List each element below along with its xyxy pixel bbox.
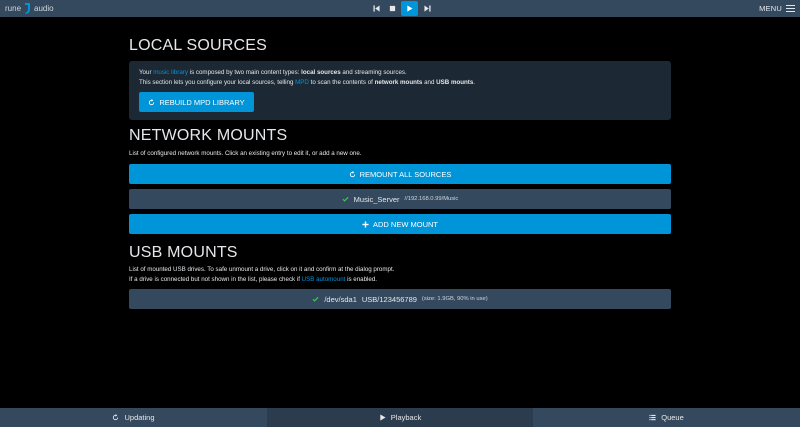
check-icon xyxy=(312,296,319,302)
local-sources-title: LOCAL SOURCES xyxy=(129,37,268,54)
stop-icon xyxy=(389,5,395,12)
local-sources-line1: Your music library is composed by two ma… xyxy=(139,69,407,76)
tab-updating[interactable]: Updating xyxy=(0,408,267,427)
refresh-icon xyxy=(149,98,155,105)
logo-text-right: audio xyxy=(34,3,54,13)
play-button[interactable] xyxy=(401,1,418,16)
refresh-icon xyxy=(349,170,355,177)
remount-label: REMOUNT ALL SOURCES xyxy=(359,169,452,179)
hamburger-icon xyxy=(786,5,795,12)
check-icon xyxy=(342,196,349,202)
next-button[interactable] xyxy=(419,0,435,17)
usb-automount-link[interactable]: USB automount xyxy=(302,276,346,283)
usb-info: (size: 1.9GB, 90% in use) xyxy=(421,296,488,302)
local-sources-line2: This section lets you configure your loc… xyxy=(139,79,476,86)
network-mount-entry[interactable]: Music_Server //192.168.0.99/Music xyxy=(129,189,671,209)
usb-device: /dev/sda1 xyxy=(324,294,357,304)
usb-label: USB/123456789 xyxy=(361,294,417,304)
network-mounts-description: List of configured network mounts. Click… xyxy=(129,150,362,157)
tab-playback-label: Playback xyxy=(390,413,422,422)
play-icon xyxy=(380,414,386,421)
skip-next-icon xyxy=(423,5,431,12)
usb-mount-entry[interactable]: /dev/sda1 USB/123456789 (size: 1.9GB, 90… xyxy=(129,289,671,309)
tab-updating-label: Updating xyxy=(124,413,155,422)
plus-icon xyxy=(362,220,369,228)
usb-mounts-line1: List of mounted USB drives. To safe unmo… xyxy=(129,266,395,273)
add-mount-label: ADD NEW MOUNT xyxy=(373,219,438,229)
remount-all-sources-button[interactable]: REMOUNT ALL SOURCES xyxy=(129,164,671,184)
usb-mounts-line2: If a drive is connected but not shown in… xyxy=(129,276,378,283)
menu-label: MENU xyxy=(759,4,782,13)
usb-mounts-title: USB MOUNTS xyxy=(129,244,238,261)
skip-previous-icon xyxy=(372,5,380,12)
tab-queue[interactable]: Queue xyxy=(533,408,800,427)
mount-name: Music_Server xyxy=(353,194,400,204)
bottom-bar: Updating Playback Queue xyxy=(0,408,800,427)
list-icon xyxy=(649,414,656,421)
rebuild-mpd-library-button[interactable]: REBUILD MPD LIBRARY xyxy=(139,92,254,112)
mpd-link[interactable]: MPD xyxy=(295,79,309,86)
logo-text-left: rune xyxy=(5,3,22,13)
network-mounts-title: NETWORK MOUNTS xyxy=(129,127,288,144)
add-new-mount-button[interactable]: ADD NEW MOUNT xyxy=(129,214,671,234)
menu-button[interactable]: MENU xyxy=(759,0,795,17)
transport-controls xyxy=(368,0,435,17)
music-library-link[interactable]: music library xyxy=(153,69,188,76)
local-sources-info: Your music library is composed by two ma… xyxy=(129,61,671,120)
previous-button[interactable] xyxy=(368,0,384,17)
tab-playback[interactable]: Playback xyxy=(267,408,533,427)
play-icon xyxy=(407,5,413,12)
mount-path: //192.168.0.99/Music xyxy=(404,196,459,202)
rebuild-label: REBUILD MPD LIBRARY xyxy=(159,97,245,107)
tab-queue-label: Queue xyxy=(661,413,684,422)
top-bar: rune audio MENU xyxy=(0,0,800,17)
stop-button[interactable] xyxy=(384,0,400,17)
refresh-icon xyxy=(113,414,119,421)
logo[interactable]: rune audio xyxy=(5,0,54,17)
rune-logo-icon xyxy=(25,3,31,14)
